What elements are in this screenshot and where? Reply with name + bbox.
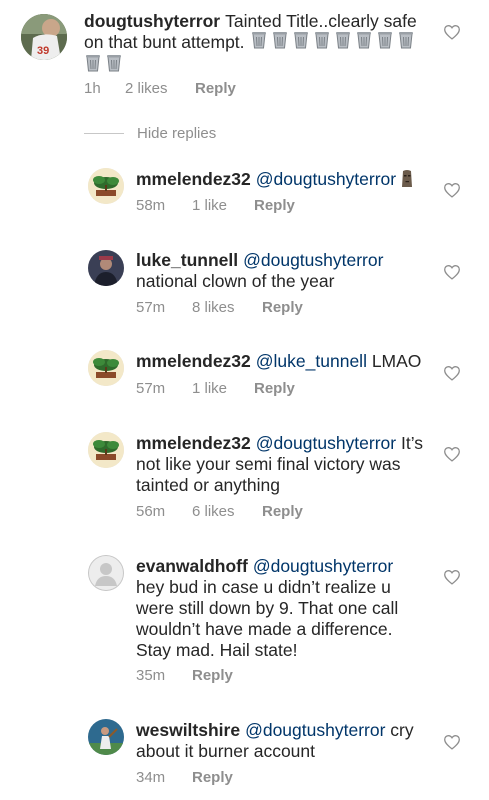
reply-time: 58m (136, 197, 166, 214)
reply-time: 57m (136, 299, 166, 316)
like-heart-icon[interactable] (443, 24, 461, 40)
reply-username[interactable]: mmelendez32 (136, 169, 251, 189)
wastebasket-emoji-icon (397, 30, 415, 49)
reply-button[interactable]: Reply (192, 769, 233, 787)
reply-mention[interactable]: @dougtushyterror (243, 250, 383, 270)
reply-button[interactable]: Reply (262, 299, 303, 317)
wastebasket-emoji-icon (355, 30, 373, 49)
reply-time: 35m (136, 667, 166, 684)
wastebasket-emoji-icon (105, 53, 123, 72)
reply-button[interactable]: Reply (195, 80, 236, 98)
avatar[interactable] (88, 719, 124, 755)
wastebasket-emoji-icon (376, 30, 394, 49)
comment-meta: 35m Reply (136, 667, 233, 685)
wastebasket-emoji-icon (292, 30, 310, 49)
baseball-player-jersey-icon: 39 (21, 14, 67, 60)
bonsai-logo-icon (88, 432, 124, 468)
moai-emoji-icon (400, 169, 414, 189)
person-photo-icon (88, 250, 124, 286)
baseball-action-photo-icon (88, 719, 124, 755)
wastebasket-emoji-icon (84, 53, 102, 72)
reply-username[interactable]: luke_tunnell (136, 250, 238, 270)
avatar[interactable] (88, 350, 124, 386)
reply-text: LMAO (371, 351, 422, 371)
reply-time: 57m (136, 380, 166, 397)
hide-replies-label[interactable]: Hide replies (137, 125, 216, 142)
comment-username[interactable]: dougtushyterror (84, 11, 220, 31)
comment-meta: 56m 6 likes Reply (136, 503, 303, 521)
comment-meta: 1h 2 likes Reply (84, 80, 236, 98)
hide-replies-toggle[interactable]: Hide replies (84, 124, 216, 142)
comment-body: mmelendez32 @luke_tunnell LMAO (136, 351, 426, 372)
wastebasket-emoji-icon (334, 30, 352, 49)
avatar[interactable] (88, 555, 124, 591)
reply-mention[interactable]: @dougtushyterror (256, 169, 396, 189)
wastebasket-emoji-icon (250, 30, 268, 49)
reply-button[interactable]: Reply (192, 667, 233, 685)
comment-meta: 57m 1 like Reply (136, 380, 295, 398)
reply-username[interactable]: weswiltshire (136, 720, 240, 740)
reply-username[interactable]: evanwaldhoff (136, 556, 248, 576)
reply-time: 56m (136, 503, 166, 520)
reply-username[interactable]: mmelendez32 (136, 351, 251, 371)
comment-likes[interactable]: 2 likes (125, 80, 195, 98)
reply-button[interactable]: Reply (254, 197, 295, 215)
like-heart-icon[interactable] (443, 182, 461, 198)
reply-text: hey bud in case u didn’t realize u were … (136, 577, 399, 660)
comment-body: luke_tunnell @dougtushyterror national cl… (136, 250, 426, 292)
wastebasket-emoji-row (250, 30, 418, 51)
wastebasket-emoji-icon (271, 30, 289, 49)
bonsai-logo-icon (88, 168, 124, 204)
avatar[interactable] (88, 250, 124, 286)
wastebasket-emoji-icon (313, 30, 331, 49)
comment-body: evanwaldhoff @dougtushyterror hey bud in … (136, 556, 426, 661)
comment-meta: 58m 1 like Reply (136, 197, 295, 215)
like-heart-icon[interactable] (443, 365, 461, 381)
comment-body: mmelendez32 @dougtushyterror It’s not lik… (136, 433, 436, 496)
avatar[interactable] (88, 168, 124, 204)
reply-mention[interactable]: @dougtushyterror (253, 556, 393, 576)
reply-time: 34m (136, 769, 166, 786)
reply-mention[interactable]: @luke_tunnell (256, 351, 367, 371)
comment-time: 1h (84, 80, 101, 97)
reply-mention[interactable]: @dougtushyterror (245, 720, 385, 740)
reply-mention[interactable]: @dougtushyterror (256, 433, 396, 453)
svg-text:39: 39 (37, 45, 49, 57)
reply-likes[interactable]: 8 likes (192, 299, 262, 317)
reply-likes[interactable]: 1 like (192, 197, 254, 215)
reply-likes[interactable]: 1 like (192, 380, 254, 398)
comment-meta: 34m Reply (136, 769, 233, 787)
reply-likes[interactable]: 6 likes (192, 503, 262, 521)
like-heart-icon[interactable] (443, 569, 461, 585)
like-heart-icon[interactable] (443, 734, 461, 750)
comment-body: weswiltshire @dougtushyterror cry about i… (136, 720, 426, 762)
reply-username[interactable]: mmelendez32 (136, 433, 251, 453)
like-heart-icon[interactable] (443, 264, 461, 280)
reply-button[interactable]: Reply (254, 380, 295, 398)
reply-text: national clown of the year (136, 271, 335, 291)
bonsai-logo-icon (88, 350, 124, 386)
like-heart-icon[interactable] (443, 446, 461, 462)
avatar[interactable] (88, 432, 124, 468)
avatar[interactable]: 39 (21, 14, 67, 60)
comment-body: mmelendez32 @dougtushyterror (136, 169, 426, 190)
hide-replies-divider (84, 132, 124, 134)
reply-button[interactable]: Reply (262, 503, 303, 521)
default-profile-icon (88, 555, 124, 591)
comment-meta: 57m 8 likes Reply (136, 299, 303, 317)
